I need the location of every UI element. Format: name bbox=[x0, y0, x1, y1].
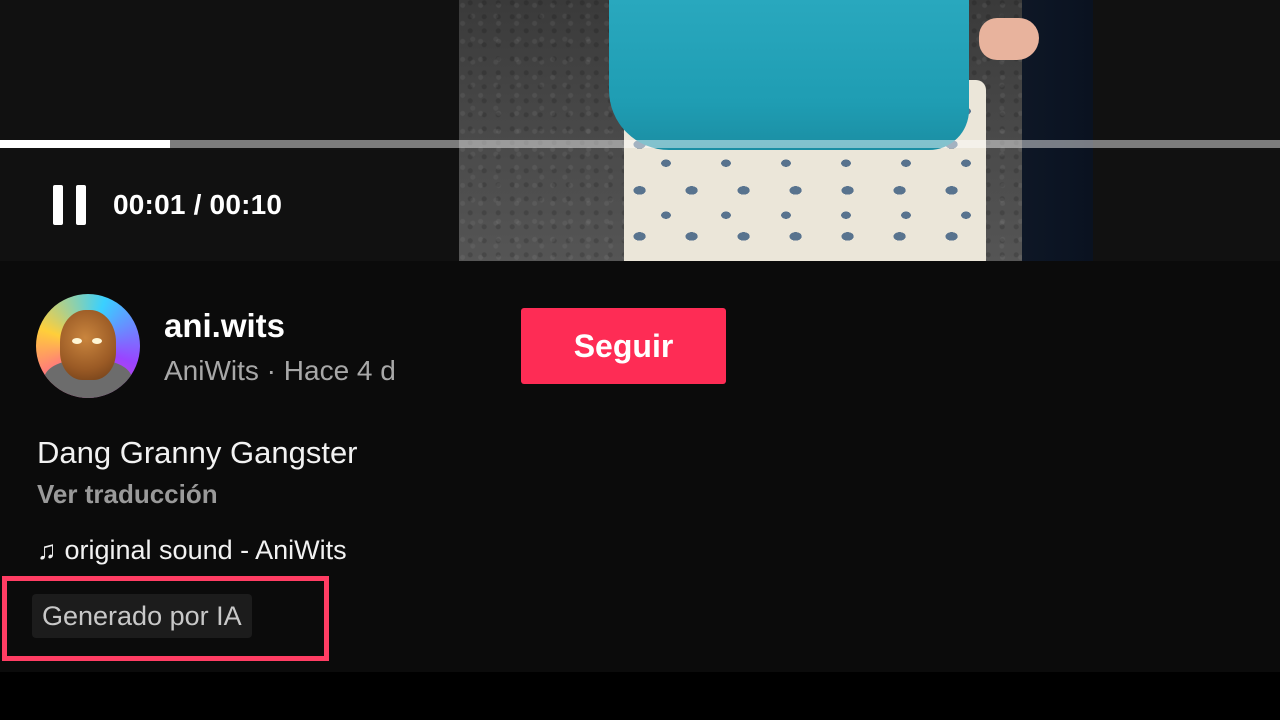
avatar-face bbox=[60, 310, 116, 380]
pause-icon-bar bbox=[76, 185, 86, 225]
pause-icon bbox=[53, 185, 63, 225]
music-note-icon: ♫ bbox=[37, 535, 57, 565]
video-frame-sweater bbox=[609, 0, 969, 150]
see-translation-link[interactable]: Ver traducción bbox=[37, 479, 218, 510]
author-subline: AniWits · Hace 4 d bbox=[164, 355, 396, 386]
avatar-eye-left bbox=[72, 338, 82, 344]
original-sound-link[interactable]: ♫ original sound - AniWits bbox=[37, 535, 347, 566]
follow-button[interactable]: Seguir bbox=[521, 308, 726, 384]
pause-button[interactable] bbox=[50, 183, 90, 227]
sound-label: original sound - AniWits bbox=[64, 535, 347, 565]
avatar[interactable] bbox=[36, 294, 140, 398]
bottom-strip bbox=[0, 672, 1280, 720]
video-frame[interactable] bbox=[459, 0, 1093, 261]
time-display: 00:01 / 00:10 bbox=[113, 189, 283, 220]
avatar-eye-right bbox=[92, 338, 102, 344]
progress-bar[interactable] bbox=[0, 140, 1280, 148]
video-player[interactable]: 00:01 / 00:10 bbox=[0, 0, 1280, 261]
video-title: Dang Granny Gangster bbox=[37, 435, 358, 470]
author-username[interactable]: ani.wits bbox=[164, 307, 285, 345]
page: 00:01 / 00:10 ani.wits AniWits · Hace 4 … bbox=[0, 0, 1280, 720]
ai-generated-badge: Generado por IA bbox=[32, 594, 252, 638]
video-frame-hand bbox=[979, 18, 1039, 60]
progress-bar-fill bbox=[0, 140, 171, 148]
